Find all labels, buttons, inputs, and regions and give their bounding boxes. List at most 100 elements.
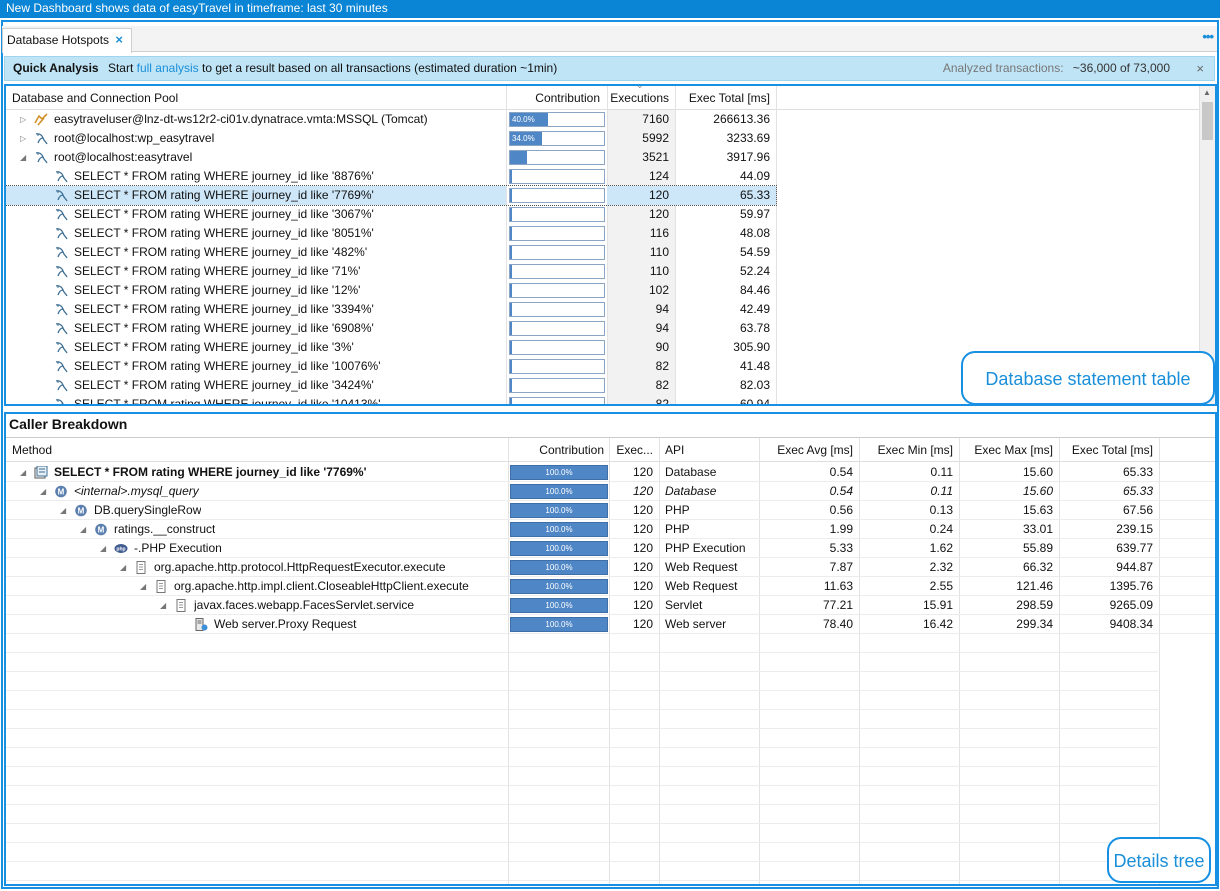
table-row[interactable]: SELECT * FROM rating WHERE journey_id li…	[6, 319, 1201, 338]
contribution-bar-fill	[510, 208, 512, 221]
header-contribution[interactable]: Contribution	[506, 86, 606, 110]
table-row[interactable]: ▷ root@localhost:wp_easytravel 34.0% 5992 32…	[6, 129, 1201, 148]
quick-analysis-close-icon[interactable]: ×	[1196, 57, 1204, 80]
contribution-bar-fill	[510, 227, 512, 240]
collapse-triangle-icon[interactable]: ◢	[80, 520, 90, 539]
collapse-triangle-icon[interactable]: ◢	[160, 596, 170, 615]
tree-row[interactable]: ◢ org.apache.http.protocol.HttpRequestExe…	[6, 558, 1215, 577]
tree-row[interactable]: ◢ php -.PHP Execution 100.0% 120 PHP Executio…	[6, 539, 1215, 558]
exec-total-value: 3917.96	[726, 150, 770, 164]
mysql-dolphin-icon	[34, 151, 48, 164]
row-label: SELECT * FROM rating WHERE journey_id li…	[74, 207, 374, 221]
exec-avg: 7.87	[829, 560, 853, 574]
header-database-connection-pool[interactable]: Database and Connection Pool	[12, 86, 502, 110]
header-exec-total[interactable]: Exec Total [ms]	[676, 86, 776, 110]
contribution-bar	[509, 378, 605, 393]
tab-close-icon[interactable]: ×	[115, 29, 123, 51]
header-method[interactable]: Method	[12, 438, 507, 462]
collapse-triangle-icon[interactable]: ◢	[120, 558, 130, 577]
header-api[interactable]: API	[665, 438, 760, 462]
exec-total: 65.33	[1122, 484, 1153, 498]
tab-bar: Database Hotspots × •••	[2, 26, 1217, 53]
executions-value: 110	[649, 264, 669, 278]
table-row[interactable]: SELECT * FROM rating WHERE journey_id li…	[6, 224, 1201, 243]
web-server-icon	[194, 618, 208, 631]
api-name: PHP Execution	[665, 541, 746, 555]
table-row[interactable]: SELECT * FROM rating WHERE journey_id li…	[6, 185, 777, 206]
empty-tree-row	[6, 805, 1158, 824]
row-name-cell: SELECT * FROM rating WHERE journey_id li…	[6, 357, 506, 376]
header-exec-avg[interactable]: Exec Avg [ms]	[759, 438, 859, 462]
api-name: PHP	[665, 522, 690, 536]
contribution-bar-fill	[510, 303, 512, 316]
expand-triangle-icon[interactable]: ▷	[20, 129, 30, 148]
empty-tree-row	[6, 691, 1158, 710]
db-table-header: Database and Connection Pool Contributio…	[6, 86, 1201, 110]
table-row[interactable]: ▷ easytraveluser@lnz-dt-ws12r2-ci01v.dyna…	[6, 110, 1201, 129]
table-row[interactable]: SELECT * FROM rating WHERE journey_id li…	[6, 300, 1201, 319]
header-exec-max[interactable]: Exec Max [ms]	[959, 438, 1059, 462]
exec-total-value: 42.49	[739, 302, 770, 316]
mysql-dolphin-icon	[54, 265, 68, 278]
exec-total-value: 3233.69	[726, 131, 770, 145]
collapse-triangle-icon[interactable]: ◢	[140, 577, 150, 596]
row-label: SELECT * FROM rating WHERE journey_id li…	[74, 302, 374, 316]
tree-row[interactable]: ◢ org.apache.http.impl.client.CloseableHt…	[6, 577, 1215, 596]
full-analysis-link[interactable]: full analysis	[137, 61, 199, 75]
expand-triangle-icon[interactable]: ▷	[20, 110, 30, 129]
tab-label: Database Hotspots	[7, 33, 110, 47]
collapse-triangle-icon[interactable]: ◢	[20, 463, 30, 482]
empty-tree-row	[6, 672, 1158, 691]
collapse-triangle-icon[interactable]: ◢	[100, 539, 110, 558]
tree-row[interactable]: ◢ M <internal>.mysql_query 100.0% 120 Databas…	[6, 482, 1215, 501]
tree-row[interactable]: ◢ SELECT * FROM rating WHERE journey_id l…	[6, 463, 1215, 482]
mysql-dolphin-icon	[54, 398, 68, 404]
collapse-triangle-icon[interactable]: ◢	[60, 501, 70, 520]
quick-analysis-bar: Quick Analysis Start full analysis to ge…	[4, 56, 1215, 81]
executions-value: 5992	[642, 131, 669, 145]
exec-avg: 11.63	[823, 579, 853, 593]
header-exec[interactable]: Exec...	[609, 438, 659, 462]
exec-min: 2.55	[929, 579, 953, 593]
collapse-triangle-icon[interactable]: ◢	[40, 482, 50, 501]
contribution-bar: 100.0%	[510, 503, 608, 518]
executions-value: 82	[655, 397, 669, 406]
table-row[interactable]: SELECT * FROM rating WHERE journey_id li…	[6, 205, 1201, 224]
contribution-bar	[509, 264, 605, 279]
method-name: javax.faces.webapp.FacesServlet.service	[194, 598, 415, 612]
scrollbar-thumb[interactable]	[1202, 102, 1213, 140]
table-row[interactable]: ◢ root@localhost:easytravel 3521 3917.96	[6, 148, 1201, 167]
table-row[interactable]: SELECT * FROM rating WHERE journey_id li…	[6, 262, 1201, 281]
table-row[interactable]: SELECT * FROM rating WHERE journey_id li…	[6, 243, 1201, 262]
table-row[interactable]: SELECT * FROM rating WHERE journey_id li…	[6, 281, 1201, 300]
exec-total-value: 65.33	[675, 186, 776, 205]
tree-row[interactable]: ◢ javax.faces.webapp.FacesServlet.service…	[6, 596, 1215, 615]
collapse-triangle-icon[interactable]: ◢	[20, 148, 30, 167]
tab-database-hotspots[interactable]: Database Hotspots ×	[2, 28, 132, 53]
tree-row[interactable]: ◢ Mratings.__construct 100.0% 120 PHP 1.99 0.2…	[6, 520, 1215, 539]
scroll-up-icon[interactable]: ▲	[1203, 88, 1211, 97]
header-exec-total[interactable]: Exec Total [ms]	[1059, 438, 1159, 462]
table-row[interactable]: SELECT * FROM rating WHERE journey_id li…	[6, 167, 1201, 186]
contribution-bar-fill	[510, 284, 512, 297]
exec-avg: 0.54	[829, 465, 853, 479]
executions-value: 82	[655, 378, 669, 392]
contribution-bar-fill	[510, 246, 512, 259]
more-options-icon[interactable]: •••	[1202, 29, 1214, 44]
mysql-dolphin-icon	[54, 322, 68, 335]
tree-row[interactable]: Web server.Proxy Request 100.0% 120 Web ser…	[6, 615, 1215, 634]
contribution-label: 100.0%	[545, 620, 573, 629]
empty-tree-row	[6, 710, 1158, 729]
exec-max: 298.59	[1016, 598, 1053, 612]
header-exec-min[interactable]: Exec Min [ms]	[859, 438, 959, 462]
method-name: SELECT * FROM rating WHERE journey_id li…	[54, 465, 367, 479]
caller-breakdown-header: Method Contribution Exec... API Exec Avg…	[6, 438, 1215, 462]
executions-value: 3521	[642, 150, 669, 164]
contribution-bar	[509, 283, 605, 298]
exec-min: 0.24	[929, 522, 953, 536]
row-name-cell: SELECT * FROM rating WHERE journey_id li…	[6, 262, 506, 281]
header-contribution[interactable]: Contribution	[508, 438, 610, 462]
tree-row[interactable]: ◢ M DB.querySingleRow 100.0% 120 PHP 0.56 0.13 1…	[6, 501, 1215, 520]
contribution-label: 34.0%	[512, 134, 535, 143]
contribution-bar-fill	[510, 379, 512, 392]
